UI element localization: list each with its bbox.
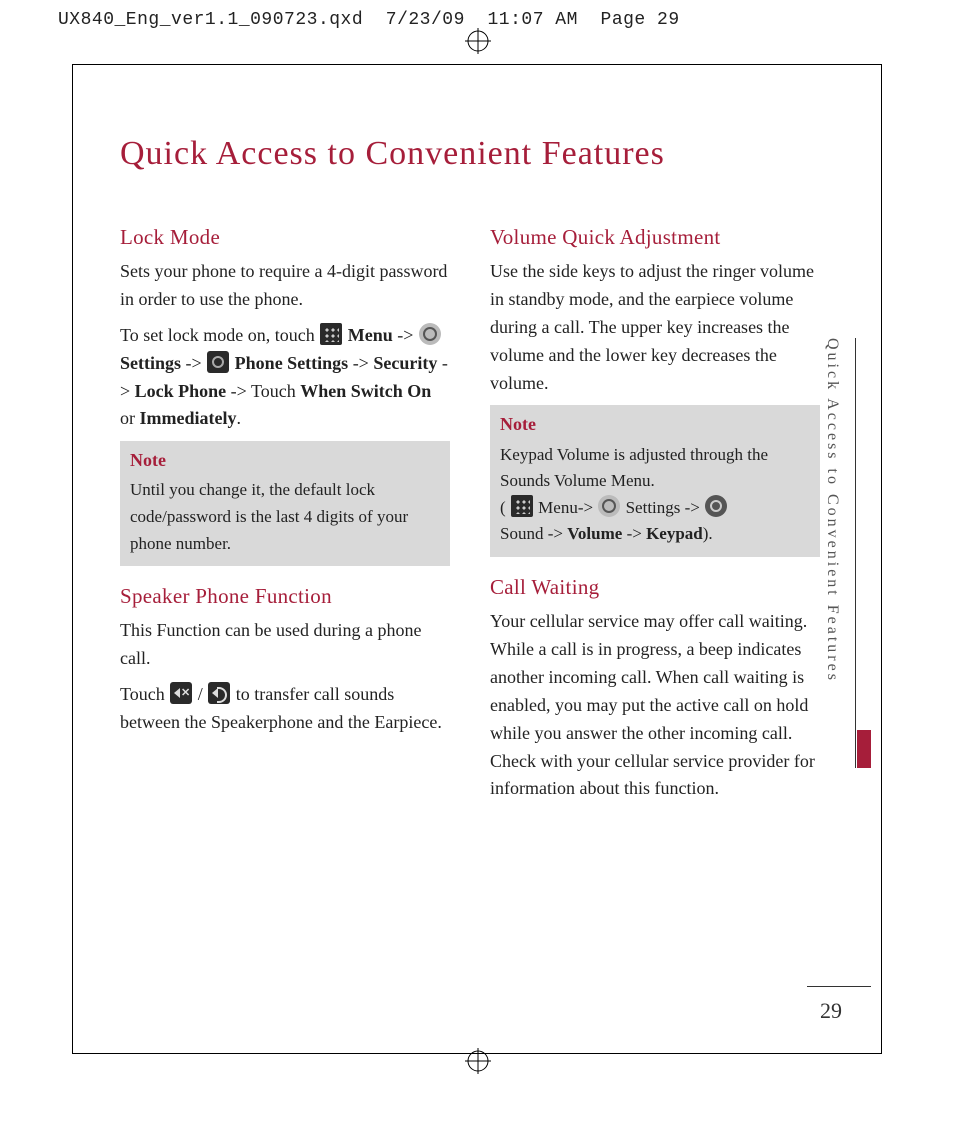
registration-mark-bottom-icon [465,1048,491,1074]
settings-gear-icon [419,323,441,345]
body-text: Touch / to transfer call sounds between … [120,681,450,737]
page-number-rule [807,986,871,987]
note-heading: Note [130,447,440,473]
body-text: Sets your phone to require a 4-digit pas… [120,258,450,314]
body-text: Use the side keys to adjust the ringer v… [490,258,820,397]
menu-icon [511,495,533,517]
speaker-off-icon [170,682,192,704]
body-text: Your cellular service may offer call wai… [490,608,820,803]
section-heading-call-waiting: Call Waiting [490,575,820,600]
side-accent-bar [857,730,871,768]
source-file-header: UX840_Eng_ver1.1_090723.qxd 7/23/09 11:0… [58,10,680,30]
page-title: Quick Access to Convenient Features [120,135,665,173]
note-text: Keypad Volume is adjusted through the So… [500,445,768,544]
section-heading-volume: Volume Quick Adjustment [490,225,820,250]
right-column: Volume Quick Adjustment Use the side key… [490,215,820,811]
note-box: Note Until you change it, the default lo… [120,441,450,566]
note-heading: Note [500,411,810,437]
body-text: To set lock mode on, touch Menu -> Setti… [120,322,450,434]
menu-icon [320,323,342,345]
sound-icon [705,495,727,517]
phone-settings-icon [207,351,229,373]
body-text: This Function can be used during a phone… [120,617,450,673]
side-section-label: Quick Access to Convenient Features [823,338,841,683]
settings-gear-icon [598,495,620,517]
section-heading-speaker: Speaker Phone Function [120,584,450,609]
note-box: Note Keypad Volume is adjusted through t… [490,405,820,557]
note-text: Until you change it, the default lock co… [130,480,408,552]
side-rail: Quick Access to Convenient Features [823,338,856,768]
left-column: Lock Mode Sets your phone to require a 4… [120,215,450,811]
page-number: 29 [820,998,842,1024]
section-heading-lock-mode: Lock Mode [120,225,450,250]
speaker-on-icon [208,682,230,704]
registration-mark-top-icon [465,28,491,54]
